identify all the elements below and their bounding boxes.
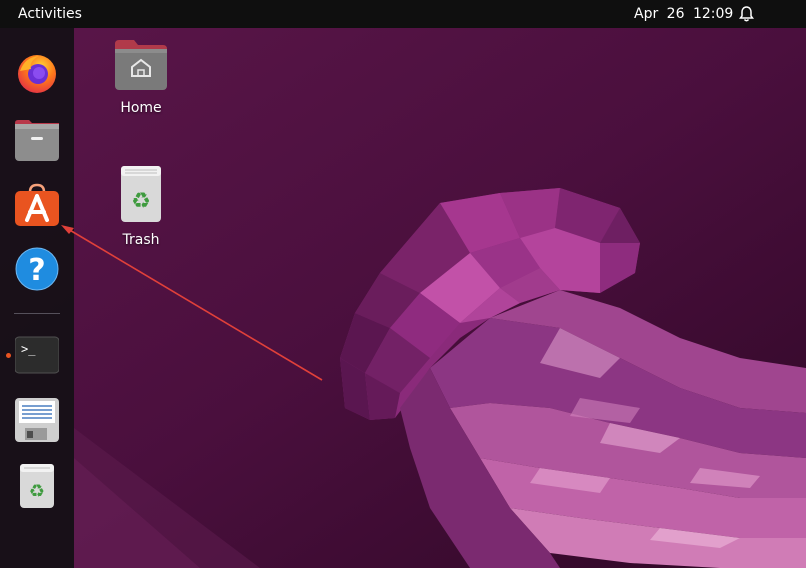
desktop-trash-label: Trash [122, 232, 160, 248]
dock-item-help[interactable]: ? [11, 243, 63, 295]
home-folder-icon [115, 40, 167, 90]
svg-text:♻: ♻ [131, 189, 151, 214]
app-store-icon [15, 183, 59, 226]
file-cabinet-icon [15, 120, 59, 161]
terminal-icon: >_ [15, 336, 59, 374]
bell-icon[interactable] [738, 5, 755, 23]
dock: ? >_ ♻ [0, 28, 74, 568]
desktop-home-label: Home [120, 100, 162, 116]
desktop[interactable]: Home ♻ Trash [0, 28, 806, 568]
clock-date: Apr 26 [634, 6, 685, 22]
dock-item-trash[interactable]: ♻ [11, 460, 63, 512]
firefox-icon [18, 55, 56, 93]
dock-separator [14, 313, 60, 314]
dock-item-files[interactable] [11, 113, 63, 165]
floppy-icon [15, 398, 59, 442]
help-icon: ? [15, 247, 59, 291]
dock-item-firefox[interactable] [11, 47, 63, 99]
terminal-prompt: >_ [21, 342, 36, 356]
trash-icon: ♻ [20, 464, 54, 508]
clock-time: 12:09 [692, 6, 734, 22]
dock-item-ubuntu-software[interactable] [11, 178, 63, 230]
svg-text:♻: ♻ [29, 481, 45, 502]
desktop-trash-icon[interactable]: ♻ Trash [96, 164, 186, 248]
desktop-home-icon[interactable]: Home [96, 38, 186, 116]
trash-icon: ♻ [121, 166, 161, 222]
clock-button[interactable]: Apr 26 12:09 [634, 6, 733, 22]
dock-item-terminal[interactable]: >_ [11, 329, 63, 381]
top-bar: Activities Apr 26 12:09 [0, 0, 806, 28]
svg-text:?: ? [28, 253, 45, 288]
activities-button[interactable]: Activities [18, 6, 82, 22]
dock-item-save[interactable] [11, 394, 63, 446]
